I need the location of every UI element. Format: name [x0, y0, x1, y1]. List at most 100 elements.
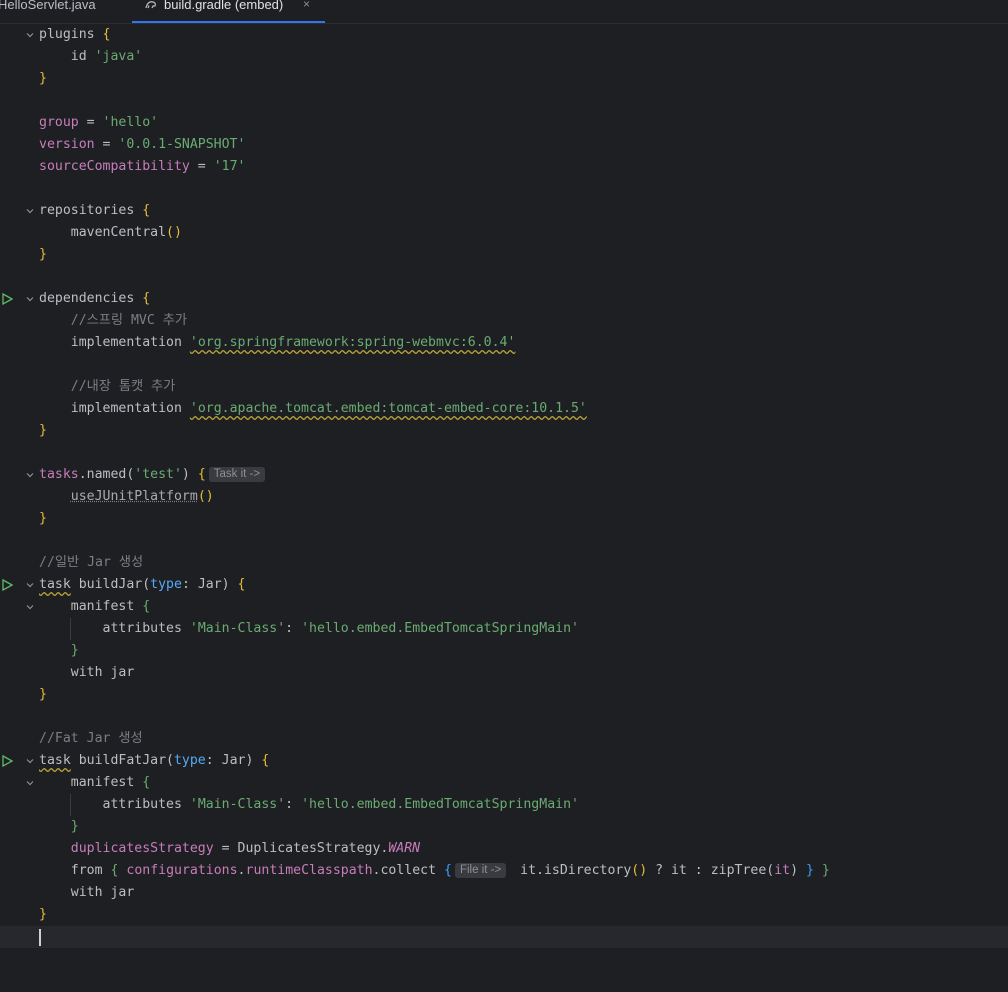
fold-chevron-icon[interactable] [25, 580, 35, 590]
current-line[interactable] [0, 926, 1008, 948]
code-token: tasks [39, 467, 79, 482]
code-token: = [189, 159, 214, 174]
code-token: } [39, 423, 47, 438]
code-token: } [39, 247, 47, 262]
fold-chevron-icon[interactable] [25, 30, 35, 40]
code-token: manifest [70, 775, 135, 790]
code-token: } [806, 863, 814, 878]
code-token: } [70, 643, 79, 658]
code-token: it [774, 863, 791, 878]
code-token: { [197, 467, 206, 482]
code-token: repositories [39, 203, 135, 218]
code-token: with jar [70, 885, 135, 900]
code-line: attributes 'Main-Class': 'hello.embed.Em… [0, 794, 1008, 816]
code-token: with jar [70, 665, 135, 680]
code-comment: //내장 톰캣 추가 [70, 379, 176, 394]
code-token: () [197, 489, 214, 504]
code-token: task [39, 753, 71, 768]
code-token: } [39, 71, 47, 86]
inlay-hint: File it -> [454, 863, 507, 878]
code-token: task [39, 577, 71, 592]
code-token: 'java' [94, 49, 143, 64]
code-line: } [0, 640, 1008, 662]
code-editor[interactable]: plugins { id 'java' } group = 'hello' ve… [0, 24, 1008, 948]
code-line: attributes 'Main-Class': 'hello.embed.Em… [0, 618, 1008, 640]
code-token: } [70, 819, 79, 834]
code-token: .named( [78, 467, 135, 482]
code-token: .collect [372, 863, 445, 878]
fold-chevron-icon[interactable] [25, 602, 35, 612]
code-token: buildJar( [70, 577, 151, 592]
code-line: tasks.named('test') {Task it -> [0, 464, 1008, 486]
code-token: 'test' [134, 467, 182, 482]
code-token: { [237, 577, 246, 592]
code-token: : [285, 621, 302, 636]
run-icon[interactable] [1, 755, 13, 767]
code-token: sourceCompatibility [39, 159, 190, 174]
code-line: manifest { [0, 596, 1008, 618]
code-token: duplicatesStrategy [70, 841, 214, 856]
code-token: { [110, 863, 119, 878]
fold-chevron-icon[interactable] [25, 778, 35, 788]
code-token: } [39, 687, 47, 702]
code-line: } [0, 420, 1008, 442]
code-token: dependencies [39, 291, 135, 306]
code-token: id [70, 49, 87, 64]
code-line: id 'java' [0, 46, 1008, 68]
code-token: type [173, 753, 206, 768]
code-token: 'org.apache.tomcat.embed:tomcat-embed-co… [189, 401, 587, 416]
gradle-icon [145, 1, 156, 9]
code-token: 'Main-Class' [189, 621, 286, 636]
code-token: it.isDirectory [512, 863, 632, 878]
code-line: } [0, 68, 1008, 90]
run-icon[interactable] [1, 293, 13, 305]
code-comment: //스프링 MVC 추가 [70, 313, 188, 328]
code-token: ) [790, 863, 806, 878]
code-token: 'Main-Class' [189, 797, 286, 812]
fold-chevron-icon[interactable] [25, 756, 35, 766]
fold-chevron-icon[interactable] [25, 294, 35, 304]
code-token: useJUnitPlatform [70, 489, 198, 504]
tab-helloservlet[interactable]: HelloServlet.java [0, 0, 118, 23]
code-token: : [285, 797, 302, 812]
code-line: manifest { [0, 772, 1008, 794]
tab-label: build.gradle (embed) [164, 0, 284, 12]
close-icon[interactable]: × [303, 0, 310, 10]
code-line: with jar [0, 882, 1008, 904]
inlay-hint: Task it -> [208, 467, 266, 482]
code-token: = [94, 137, 119, 152]
code-line: //일반 Jar 생성 [0, 552, 1008, 574]
code-token: } [813, 863, 830, 878]
code-token: } [39, 907, 47, 922]
fold-chevron-icon[interactable] [25, 470, 35, 480]
code-token: = [78, 115, 103, 130]
fold-chevron-icon[interactable] [25, 206, 35, 216]
code-comment: //일반 Jar 생성 [39, 555, 144, 570]
code-token: WARN [388, 841, 421, 856]
tab-label: HelloServlet.java [0, 0, 96, 12]
code-token: '0.0.1-SNAPSHOT' [118, 137, 246, 152]
tab-build-gradle[interactable]: build.gradle (embed) × [132, 0, 325, 23]
code-token: manifest [70, 599, 135, 614]
code-line: useJUnitPlatform() [0, 486, 1008, 508]
code-token: plugins [39, 27, 95, 42]
code-line: task buildFatJar(type: Jar) { [0, 750, 1008, 772]
code-token: . [237, 863, 246, 878]
code-line: plugins { [0, 24, 1008, 46]
code-token: { [142, 599, 151, 614]
code-token: buildFatJar( [70, 753, 174, 768]
code-token: implementation [70, 335, 182, 350]
code-line: } [0, 904, 1008, 926]
editor-tab-bar: HelloServlet.java build.gradle (embed) × [0, 0, 1008, 24]
code-token: : Jar) [181, 577, 238, 592]
run-icon[interactable] [1, 579, 13, 591]
text-cursor [39, 929, 41, 946]
code-line: mavenCentral() [0, 222, 1008, 244]
code-token: group [39, 115, 79, 130]
code-token: from [70, 863, 103, 878]
code-token: runtimeClasspath [245, 863, 373, 878]
code-line: repositories { [0, 200, 1008, 222]
code-line: dependencies { [0, 288, 1008, 310]
code-token: attributes [102, 797, 182, 812]
code-line: version = '0.0.1-SNAPSHOT' [0, 134, 1008, 156]
